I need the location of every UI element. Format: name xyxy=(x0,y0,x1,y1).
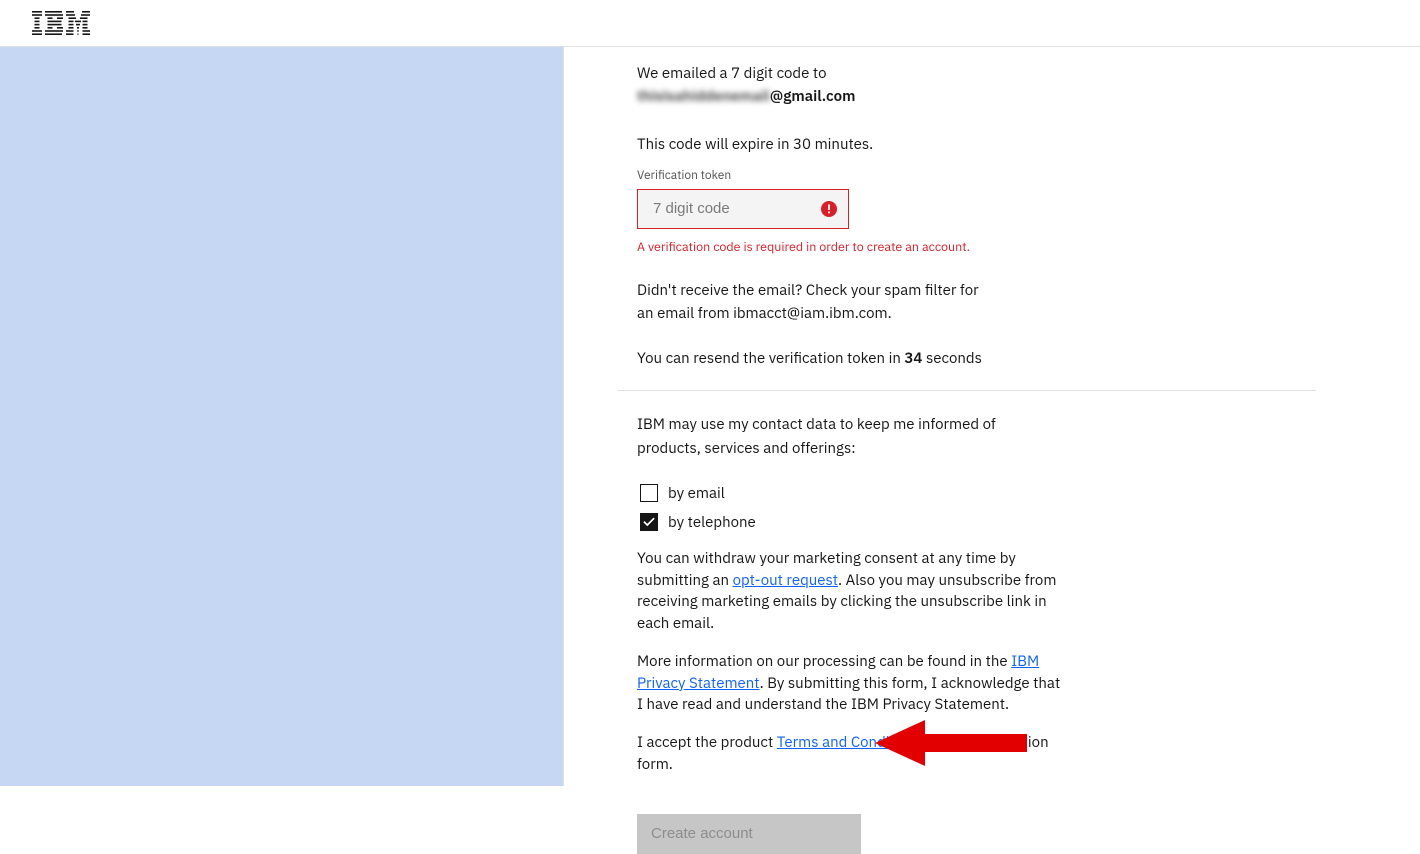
consent-email-row[interactable]: by email xyxy=(640,484,1077,503)
resend-seconds: 34 xyxy=(904,349,922,368)
app-header xyxy=(0,0,1420,47)
emailed-address: thisisahiddenemail@gmail.com xyxy=(637,85,1077,108)
resend-text: You can resend the verification token in… xyxy=(637,349,1077,368)
consent-paragraph-1: You can withdraw your marketing consent … xyxy=(637,548,1067,635)
ibm-logo xyxy=(32,11,90,35)
main-area: We emailed a 7 digit code to thisisahidd… xyxy=(0,47,1420,786)
resend-prefix: You can resend the verification token in xyxy=(637,349,904,368)
consent-p2-a: More information on our processing can b… xyxy=(637,652,1011,671)
consent-telephone-row[interactable]: by telephone xyxy=(640,513,1077,532)
check-icon xyxy=(643,516,655,528)
consent-email-checkbox[interactable] xyxy=(640,484,658,502)
expire-text: This code will expire in 30 minutes. xyxy=(637,133,1077,156)
consent-email-label: by email xyxy=(668,484,725,503)
consent-telephone-label: by telephone xyxy=(668,513,756,532)
consent-p3-a: I accept the product xyxy=(637,733,777,752)
opt-out-link[interactable]: opt-out request xyxy=(733,571,838,590)
resend-suffix: seconds xyxy=(922,349,981,368)
consent-paragraph-2: More information on our processing can b… xyxy=(637,651,1067,716)
emailed-code-text: We emailed a 7 digit code to xyxy=(637,62,1077,85)
create-account-button[interactable]: Create account xyxy=(637,814,861,854)
verification-error-msg: A verification code is required in order… xyxy=(637,239,1077,255)
email-localpart-blurred: thisisahiddenemail xyxy=(637,85,770,108)
consent-telephone-checkbox[interactable] xyxy=(640,513,658,531)
verification-input-wrap xyxy=(637,189,849,229)
terms-link[interactable]: Terms and Conditions xyxy=(777,733,923,752)
section-divider xyxy=(618,390,1316,391)
error-icon xyxy=(821,201,837,217)
email-domain: @gmail.com xyxy=(770,87,856,106)
spam-hint-text: Didn't receive the email? Check your spa… xyxy=(637,279,997,326)
consent-intro: IBM may use my contact data to keep me i… xyxy=(637,413,1047,460)
form-content: We emailed a 7 digit code to thisisahidd… xyxy=(564,47,1420,786)
verification-label: Verification token xyxy=(637,168,1077,183)
verification-token-input[interactable] xyxy=(637,189,849,229)
left-panel xyxy=(0,47,564,786)
consent-paragraph-3: I accept the product Terms and Condition… xyxy=(637,732,1067,776)
